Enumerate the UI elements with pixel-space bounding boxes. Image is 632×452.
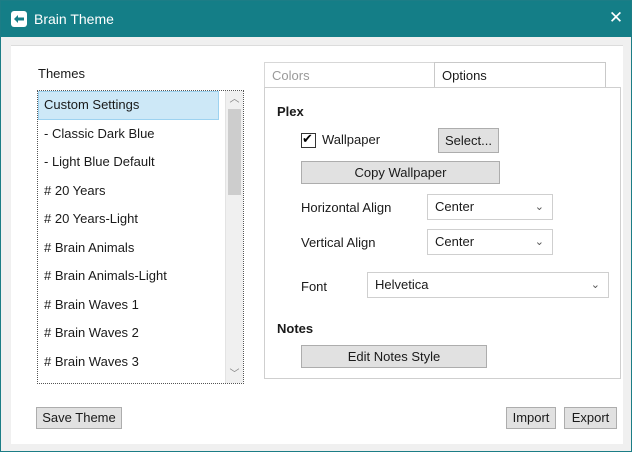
- checkmark-icon: ✔: [302, 131, 313, 147]
- window-title: Brain Theme: [34, 11, 114, 27]
- export-button[interactable]: Export: [564, 407, 617, 429]
- list-item[interactable]: # 20 Years-Light: [38, 205, 219, 234]
- dialog-body: Themes Custom Settings - Classic Dark Bl…: [11, 45, 623, 444]
- scrollbar-thumb[interactable]: [228, 109, 241, 195]
- chevron-down-icon: ⌄: [534, 201, 544, 213]
- scroll-down-icon[interactable]: ﹀: [226, 366, 243, 383]
- chevron-down-icon: ⌄: [534, 236, 544, 248]
- import-button[interactable]: Import: [506, 407, 556, 429]
- themes-list[interactable]: Custom Settings - Classic Dark Blue - Li…: [37, 90, 244, 384]
- font-label: Font: [301, 279, 328, 294]
- themes-list-scrollbar[interactable]: ︿ ﹀: [225, 91, 243, 383]
- notes-heading: Notes: [277, 321, 314, 336]
- themes-list-items: Custom Settings - Classic Dark Blue - Li…: [38, 91, 219, 376]
- vertical-align-label: Vertical Align: [301, 235, 376, 250]
- font-value: Helvetica: [375, 277, 429, 292]
- options-panel: Plex ✔ Wallpaper Select... Copy Wallpaper…: [264, 87, 621, 379]
- list-item[interactable]: # Brain Animals-Light: [38, 262, 219, 291]
- copy-wallpaper-button[interactable]: Copy Wallpaper: [301, 161, 500, 184]
- save-theme-button[interactable]: Save Theme: [36, 407, 122, 429]
- vertical-align-value: Center: [435, 234, 475, 249]
- tab-options[interactable]: Options: [434, 62, 606, 88]
- tab-colors[interactable]: Colors: [264, 62, 435, 88]
- brain-theme-window: Brain Theme ✕ Themes Custom Settings - C…: [0, 0, 632, 452]
- list-item[interactable]: # 20 Years: [38, 177, 219, 206]
- list-item[interactable]: - Classic Dark Blue: [38, 120, 219, 149]
- horizontal-align-label: Horizontal Align: [301, 200, 392, 215]
- wallpaper-checkbox-row[interactable]: ✔ Wallpaper: [301, 131, 381, 149]
- title-bar: Brain Theme ✕: [1, 1, 631, 37]
- list-item[interactable]: Custom Settings: [38, 91, 219, 120]
- chevron-down-icon: ⌄: [590, 279, 600, 291]
- list-item[interactable]: # Brain Waves 3: [38, 348, 219, 377]
- vertical-align-select[interactable]: Center ⌄: [427, 229, 553, 255]
- list-item[interactable]: # Brain Waves 2: [38, 319, 219, 348]
- scroll-up-icon[interactable]: ︿: [226, 91, 243, 108]
- edit-notes-style-button[interactable]: Edit Notes Style: [301, 345, 487, 368]
- horizontal-align-value: Center: [435, 199, 475, 214]
- tab-strip: Colors Options: [264, 62, 606, 88]
- themes-label: Themes: [38, 66, 85, 81]
- list-item[interactable]: # Brain Animals: [38, 234, 219, 263]
- select-button[interactable]: Select...: [438, 128, 499, 153]
- wallpaper-checkbox[interactable]: ✔: [301, 131, 316, 149]
- list-item[interactable]: - Light Blue Default: [38, 148, 219, 177]
- font-select[interactable]: Helvetica ⌄: [367, 272, 609, 298]
- plex-heading: Plex: [277, 104, 304, 119]
- brain-theme-app-icon: [11, 11, 27, 27]
- list-item[interactable]: # Brain Waves 1: [38, 291, 219, 320]
- wallpaper-label: Wallpaper: [322, 132, 381, 147]
- close-icon[interactable]: ✕: [605, 7, 627, 29]
- horizontal-align-select[interactable]: Center ⌄: [427, 194, 553, 220]
